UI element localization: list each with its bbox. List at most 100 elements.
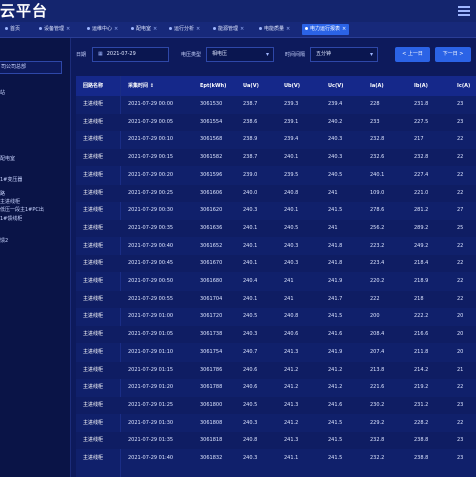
table-cell: 22 — [457, 295, 464, 302]
table-cell: 240.6 — [243, 384, 258, 391]
table-row[interactable]: 主进线柜 2021-07-29 00:40 3061652 240.1 240.3 241… — [76, 238, 476, 255]
table-cell: 240.1 — [370, 171, 385, 178]
table-cell: 3061620 — [200, 207, 223, 214]
table-cell: 23 — [457, 401, 464, 408]
sidebar-item[interactable]: 路 — [0, 190, 5, 198]
table-cell: 240.5 — [328, 171, 343, 178]
table-cell: 主进线柜 — [83, 118, 104, 125]
table-row[interactable]: 主进线柜 2021-07-29 01:30 3061808 240.3 241.2 241… — [76, 415, 476, 432]
table-row[interactable]: 主进线柜 2021-07-29 00:00 3061530 238.7 239.3 239… — [76, 96, 476, 113]
table-cell: 2021-07-29 00:00 — [128, 101, 174, 107]
table-cell: 241.3 — [284, 437, 299, 444]
table-row[interactable]: 主进线柜 2021-07-29 00:15 3061582 238.7 240.1 240… — [76, 149, 476, 167]
table-cell: 主进线柜 — [83, 419, 104, 426]
table-row[interactable]: 主进线柜 2021-07-29 00:50 3061680 240.4 241 241.9… — [76, 273, 476, 290]
sidebar-item[interactable]: 低压一段主1#PC出 — [0, 206, 44, 214]
table-cell: 231.2 — [414, 401, 429, 408]
sidebar-search-input[interactable]: 司公司总部 — [0, 61, 62, 74]
table-cell: 241.3 — [284, 348, 299, 355]
sidebar-item[interactable]: 主进线柜 — [0, 198, 20, 206]
table-cell: 22 — [457, 260, 464, 267]
table-row[interactable]: 主进线柜 2021-07-29 01:00 3061720 240.5 240.8 241… — [76, 308, 476, 325]
sidebar-item[interactable]: 1#馈线柜 — [0, 215, 22, 223]
close-icon[interactable]: × — [66, 26, 70, 32]
prev-day-button[interactable]: < 上一日 — [395, 47, 430, 62]
table-row[interactable]: 主进线柜 2021-07-29 00:55 3061704 240.1 241 241.7… — [76, 290, 476, 308]
table-cell: 240.3 — [243, 331, 258, 338]
tab-ops-center[interactable]: 运维中心 × — [84, 24, 121, 35]
table-cell: 3061786 — [200, 366, 223, 373]
table-cell: 238.6 — [243, 118, 258, 125]
table-row[interactable]: 主进线柜 2021-07-29 00:05 3061554 238.6 239.1 240… — [76, 113, 476, 131]
table-cell: 232.2 — [370, 455, 385, 461]
interval-label: 时间间隔 — [285, 52, 306, 58]
table-cell: 218.9 — [414, 278, 429, 284]
table-cell: 主进线柜 — [83, 101, 104, 107]
table-row[interactable]: 主进线柜 2021-07-29 01:35 3061818 240.8 241.3 241… — [76, 432, 476, 450]
next-day-button[interactable]: 下一日 > — [435, 47, 471, 62]
tab-power-quality[interactable]: 电能质量 × — [256, 24, 293, 35]
table-cell: 主进线柜 — [83, 366, 104, 373]
table-cell: 27 — [457, 207, 464, 214]
table-cell: 241.5 — [328, 455, 343, 461]
tab-substation[interactable]: 配电室 × — [128, 24, 160, 35]
table-row[interactable]: 主进线柜 2021-07-29 01:15 3061786 240.6 241.2 241… — [76, 361, 476, 379]
table-cell: 238.9 — [243, 136, 258, 143]
table-cell: 2021-07-29 01:25 — [128, 401, 174, 408]
close-icon[interactable]: × — [342, 26, 346, 32]
voltage-type-select[interactable]: 相电压 ▾ — [206, 47, 274, 62]
table-cell: 240.3 — [243, 419, 258, 426]
sidebar-item[interactable]: 馈2 — [0, 237, 8, 245]
table-cell: 2021-07-29 01:00 — [128, 313, 174, 320]
table-cell: 241.1 — [284, 455, 299, 461]
table-cell: 240.3 — [284, 242, 299, 249]
sidebar-item[interactable]: 1#变压器 — [0, 176, 22, 184]
table-cell: 239.0 — [243, 171, 258, 178]
sidebar-item[interactable]: 站 — [0, 89, 5, 97]
table-cell: 222 — [370, 295, 380, 302]
table-row[interactable]: 主进线柜 2021-07-29 01:40 3061832 240.3 241.1 241… — [76, 450, 476, 467]
table-cell: 239.4 — [328, 101, 343, 107]
sidebar-item[interactable]: 配电室 — [0, 155, 15, 163]
table-row[interactable]: 主进线柜 2021-07-29 00:35 3061636 240.1 240.5 241… — [76, 219, 476, 237]
table-cell: 240.3 — [243, 207, 258, 214]
table-cell: 主进线柜 — [83, 136, 104, 143]
column-header: Ept(kWh) — [200, 83, 227, 89]
tab-power-report[interactable]: 电力运行报表 × — [302, 24, 350, 35]
interval-select[interactable]: 五分钟 ▾ — [310, 47, 378, 62]
menu-icon[interactable] — [456, 4, 472, 18]
table-cell: 20 — [457, 313, 464, 320]
close-icon[interactable]: × — [196, 26, 200, 32]
table-row[interactable]: 主进线柜 2021-07-29 00:30 3061620 240.3 240.1 241… — [76, 202, 476, 219]
table-row[interactable]: 主进线柜 2021-07-29 00:25 3061606 240.0 240.8 241… — [76, 184, 476, 202]
table-cell: 241.5 — [328, 419, 343, 426]
table-row[interactable]: 主进线柜 2021-07-29 01:05 3061738 240.3 240.6 241… — [76, 326, 476, 344]
date-picker[interactable]: ▦ 2021-07-29 — [92, 47, 169, 62]
table-cell: 2021-07-29 00:30 — [128, 207, 174, 214]
table-row[interactable]: 主进线柜 2021-07-29 00:45 3061670 240.1 240.3 241… — [76, 255, 476, 273]
tab-energy-management[interactable]: 能源管理 × — [210, 24, 247, 35]
table-row[interactable]: 主进线柜 2021-07-29 01:25 3061800 240.5 241.3 241… — [76, 396, 476, 414]
filter-bar: 日期 ▦ 2021-07-29 电压类型 相电压 ▾ 时间间隔 五分钟 ▾ < 上一日… — [76, 44, 476, 66]
tab-device-management[interactable]: 设备管理 × — [36, 24, 73, 35]
close-icon[interactable]: × — [153, 26, 157, 32]
table-cell: 231.8 — [414, 101, 429, 107]
table-row[interactable]: 主进线柜 2021-07-29 00:20 3061596 239.0 239.5 240… — [76, 167, 476, 184]
table-cell: 240.8 — [243, 437, 258, 444]
tab-home[interactable]: 首页 — [2, 24, 23, 35]
column-header[interactable]: 采集时间 ↕ — [128, 76, 154, 96]
table-row[interactable]: 主进线柜 2021-07-29 00:10 3061568 238.9 239.4 240… — [76, 131, 476, 148]
tab-operation-analysis[interactable]: 运行分析 × — [166, 24, 203, 35]
table-cell: 223.4 — [370, 260, 385, 267]
table-row[interactable]: 主进线柜 2021-07-29 01:10 3061754 240.7 241.3 241… — [76, 344, 476, 361]
table-cell: 2021-07-29 01:30 — [128, 419, 174, 426]
close-icon[interactable]: × — [286, 26, 290, 32]
close-icon[interactable]: × — [240, 26, 244, 32]
table-cell: 2021-07-29 01:20 — [128, 384, 174, 391]
table-cell: 主进线柜 — [83, 207, 104, 214]
close-icon[interactable]: × — [114, 26, 118, 32]
table-row[interactable]: 主进线柜 2021-07-29 01:20 3061788 240.6 241.2 241… — [76, 379, 476, 396]
table-cell: 2021-07-29 01:15 — [128, 366, 174, 373]
table-cell: 200 — [370, 313, 380, 320]
dot-icon — [259, 27, 262, 30]
